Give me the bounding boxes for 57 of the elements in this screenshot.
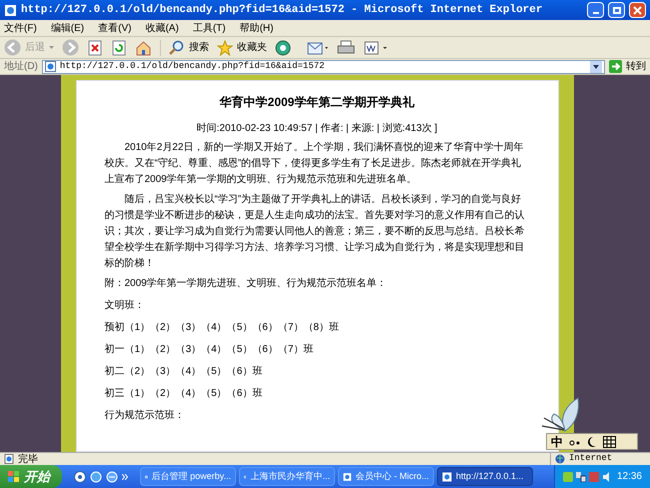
favorites-button[interactable]: 收藏夹 bbox=[217, 40, 267, 56]
page-done-icon bbox=[4, 454, 14, 464]
menu-item[interactable]: 文件(F) bbox=[4, 20, 37, 36]
article-paragraph: 预初（1）（2）（3）（4）（5）（6）（7）（8）班 bbox=[104, 320, 340, 335]
star-icon bbox=[217, 40, 233, 56]
article-paragraph: 2010年2月22日，新的一学期又开始了。上个学期，我们满怀喜悦的迎来了华育中学十周年校庆。又在“守纪、尊重、感恩”的倡导下，使得更多学生有了长足进步。陈杰老师就在开学典礼上宣布了2009学年第一学期的文明班、行为规范示范班和先进班名单。 bbox=[104, 140, 524, 187]
taskbar-button[interactable]: 后台管理 powerby... bbox=[140, 467, 236, 486]
speaker-icon[interactable] bbox=[602, 472, 612, 482]
search-icon bbox=[169, 40, 185, 56]
article-paragraph: 初二（2）（3）（4）（5）（6）班 bbox=[104, 364, 264, 379]
article-paragraph: 行为规范示范班： bbox=[104, 408, 186, 423]
caret-icon bbox=[49, 46, 54, 49]
mail-button[interactable] bbox=[307, 40, 329, 56]
article-paragraph: 初三（1）（2）（4）（5）（6）班 bbox=[104, 386, 264, 401]
dropdown-button[interactable] bbox=[590, 60, 602, 72]
moon-icon[interactable] bbox=[587, 436, 597, 448]
search-button[interactable]: 搜索 bbox=[160, 40, 209, 56]
stop-button[interactable] bbox=[87, 40, 103, 56]
ime-mode-label[interactable]: 中 bbox=[551, 436, 563, 448]
start-button[interactable]: 开始 bbox=[0, 465, 62, 488]
restore-button[interactable] bbox=[608, 2, 625, 18]
close-icon bbox=[633, 6, 642, 14]
zone-text: Internet bbox=[569, 452, 612, 466]
go-arrow-icon bbox=[609, 60, 622, 73]
taskbar-button[interactable]: 上海市民办华育中... bbox=[239, 467, 335, 486]
taskbar-button[interactable]: 会员中心 - Micro... bbox=[338, 467, 434, 486]
article-paragraph: 附：2009学年第一学期先进班、文明班、行为规范示范班名单： bbox=[104, 276, 388, 291]
article-title: 华育中学2009学年第二学期开学典礼 bbox=[218, 94, 416, 111]
clock: 12:36 bbox=[616, 470, 642, 484]
article-meta: 时间:2010-02-23 10:49:57 | 作者: | 来源: | 浏览:413次 ] bbox=[196, 122, 438, 136]
article-paragraph: 文明班： bbox=[104, 298, 146, 313]
menu-item[interactable]: 查看(V) bbox=[98, 20, 132, 36]
status-text: 完毕 bbox=[18, 452, 39, 466]
address-field[interactable]: http://127.0.0.1/old/bencandy.php?fid=16&aid=1572 bbox=[42, 60, 605, 74]
go-button[interactable]: 转到 bbox=[609, 59, 646, 74]
window-title: http://127.0.0.1/old/bencandy.php?fid=16&aid=1572 - Microsoft Internet Explorer bbox=[21, 2, 544, 18]
article-paragraph: 随后，吕宝兴校长以“学习”为主题做了开学典礼上的讲话。吕校长谈到，学习的自觉与良好的习惯是学业不断进步的秘诀，更是人生走向成功的法宝。首先要对学习的意义作用有自己的认识；其次，要让学习成为自觉行为需要认同他人的善意；第三，要不断的反思与总结。吕校长希望全校学生在新学期中习得学习方法、培养学习习惯、让学习成为自觉行为，将是实现理想和目标的阶梯！ bbox=[104, 192, 526, 271]
menu-item[interactable]: 帮助(H) bbox=[240, 20, 274, 36]
article-paragraph: 初一（1）（2）（3）（4）（5）（6）（7）班 bbox=[104, 342, 314, 357]
edit-button[interactable] bbox=[363, 40, 389, 56]
minimize-button[interactable] bbox=[587, 2, 604, 18]
more-icon[interactable] bbox=[122, 474, 128, 480]
refresh-button[interactable] bbox=[111, 40, 127, 56]
close-button[interactable] bbox=[629, 2, 646, 18]
network-icon[interactable] bbox=[576, 472, 586, 482]
globe-icon bbox=[555, 454, 565, 464]
menu-item[interactable]: 收藏(A) bbox=[145, 20, 179, 36]
media-button[interactable] bbox=[275, 40, 291, 56]
menu-item[interactable]: 工具(T) bbox=[192, 20, 226, 36]
menu-item[interactable]: 编辑(E) bbox=[50, 20, 84, 36]
print-button[interactable] bbox=[337, 40, 355, 56]
home-button[interactable] bbox=[135, 40, 152, 56]
taskbar-button[interactable]: http://127.0.0.1... bbox=[437, 467, 533, 486]
windows-logo bbox=[8, 470, 20, 482]
quick-launch-icon[interactable] bbox=[74, 470, 86, 482]
keyboard-icon[interactable] bbox=[603, 436, 616, 448]
address-label: 地址(D) bbox=[4, 60, 38, 74]
